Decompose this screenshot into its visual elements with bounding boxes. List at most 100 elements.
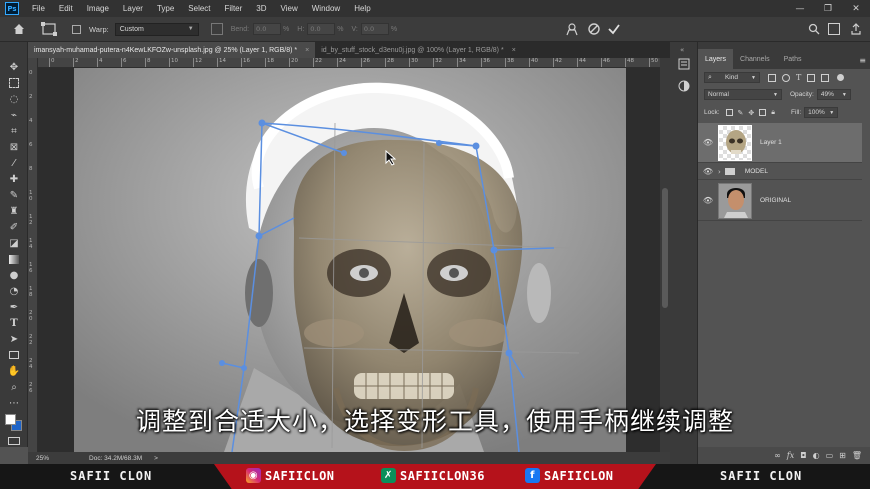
collapse-panels-icon[interactable]: « xyxy=(680,46,684,54)
healing-brush-tool-icon[interactable]: ✚ xyxy=(7,172,21,186)
tab-document-1[interactable]: imansyah-muhamad-putera-n4KewLKFOZw-unsp… xyxy=(28,42,316,58)
menu-image[interactable]: Image xyxy=(80,4,116,13)
menu-select[interactable]: Select xyxy=(181,4,217,13)
link-layers-icon[interactable]: ∞ xyxy=(774,451,781,460)
adjustments-panel-icon[interactable] xyxy=(678,80,690,92)
h-field[interactable]: 0.0 xyxy=(307,23,336,35)
layer-row-original[interactable]: 👁︎ ORIGINAL xyxy=(698,181,862,221)
status-menu-arrow[interactable]: > xyxy=(154,455,158,462)
filter-shape-icon[interactable] xyxy=(807,73,816,82)
foreground-color-swatch[interactable] xyxy=(5,414,16,425)
menu-file[interactable]: File xyxy=(25,4,52,13)
marquee-tool-icon[interactable] xyxy=(7,76,21,90)
add-mask-icon[interactable]: ◘ xyxy=(800,451,806,460)
zoom-level[interactable]: 25% xyxy=(36,455,49,462)
eyedropper-tool-icon[interactable]: ⁄ xyxy=(7,156,21,170)
hand-tool-icon[interactable]: ✋ xyxy=(7,364,21,378)
history-brush-tool-icon[interactable]: ✐ xyxy=(7,220,21,234)
tab-document-2[interactable]: id_by_stuff_stock_d3enu0j.jpg @ 100% (La… xyxy=(315,42,522,58)
adjustment-layer-icon[interactable]: ◐ xyxy=(813,451,820,460)
blend-mode-select[interactable]: Normal ▼ xyxy=(704,89,782,100)
zoom-tool-icon[interactable]: ⌕ xyxy=(7,380,21,394)
panel-menu-icon[interactable]: ≡ xyxy=(859,56,866,65)
close-window-button[interactable]: ✕ xyxy=(842,0,870,17)
kind-filter-select[interactable]: ⌕ Kind ▼ xyxy=(704,72,760,83)
quick-select-tool-icon[interactable]: ⌁ xyxy=(7,108,21,122)
crop-tool-icon[interactable]: ⌗ xyxy=(7,124,21,138)
properties-panel-icon[interactable] xyxy=(678,58,690,70)
lasso-tool-icon[interactable]: ◌ xyxy=(7,92,21,106)
visibility-eye-icon[interactable]: 👁︎ xyxy=(698,167,718,176)
filter-toggle-icon[interactable] xyxy=(837,74,845,81)
menu-view[interactable]: View xyxy=(274,4,305,13)
maximize-button[interactable]: ❐ xyxy=(814,0,842,17)
menu-layer[interactable]: Layer xyxy=(116,4,150,13)
delete-layer-icon[interactable]: 🗑︎ xyxy=(852,451,862,460)
menu-help[interactable]: Help xyxy=(347,4,377,13)
path-selection-tool-icon[interactable]: ➤ xyxy=(7,332,21,346)
lock-pixels-icon[interactable]: ✎ xyxy=(738,109,744,117)
photoshop-logo-icon[interactable]: Ps xyxy=(5,2,19,15)
canvas-area[interactable] xyxy=(38,68,660,452)
dodge-tool-icon[interactable]: ◔ xyxy=(7,284,21,298)
layer-row-layer-1[interactable]: 👁︎ Layer 1 xyxy=(698,123,862,163)
transform-tool-icon[interactable] xyxy=(40,22,58,36)
clone-stamp-tool-icon[interactable]: ♜ xyxy=(7,204,21,218)
v-field[interactable]: 0.0 xyxy=(360,23,389,35)
close-icon[interactable]: × xyxy=(512,47,516,54)
layer-row-model-group[interactable]: 👁︎ › MODEL xyxy=(698,164,862,180)
close-icon[interactable]: × xyxy=(305,47,309,54)
orientation-icon[interactable] xyxy=(210,23,223,35)
layer-name[interactable]: Layer 1 xyxy=(760,139,782,146)
opacity-field[interactable]: 49% ▼ xyxy=(816,89,851,100)
new-group-icon[interactable]: ▭ xyxy=(826,451,834,460)
commit-transform-icon[interactable] xyxy=(607,22,621,36)
search-icon[interactable] xyxy=(808,23,820,35)
gradient-tool-icon[interactable] xyxy=(7,252,21,266)
tab-channels[interactable]: Channels xyxy=(733,49,777,69)
frame-tool-icon[interactable]: ⊠ xyxy=(7,140,21,154)
menu-type[interactable]: Type xyxy=(150,4,181,13)
home-icon[interactable] xyxy=(12,22,26,36)
brush-tool-icon[interactable]: ✎ xyxy=(7,188,21,202)
menu-filter[interactable]: Filter xyxy=(218,4,250,13)
menu-window[interactable]: Window xyxy=(305,4,347,13)
blur-tool-icon[interactable]: ● xyxy=(7,268,21,282)
warp-select[interactable]: Custom ▼ xyxy=(114,22,199,36)
vertical-scrollbar[interactable] xyxy=(660,58,670,452)
split-checkbox[interactable] xyxy=(72,24,81,34)
type-tool-icon[interactable]: T xyxy=(7,316,21,330)
filter-type-icon[interactable]: T xyxy=(796,73,801,82)
filter-pixel-icon[interactable] xyxy=(768,73,776,82)
lock-transparency-icon[interactable] xyxy=(725,109,733,116)
bend-field[interactable]: 0.0 xyxy=(253,23,282,35)
cancel-transform-icon[interactable] xyxy=(587,22,601,36)
eraser-tool-icon[interactable]: ◪ xyxy=(7,236,21,250)
fill-field[interactable]: 100% ▼ xyxy=(804,107,839,118)
layer-style-icon[interactable]: fx xyxy=(787,451,794,460)
lock-artboard-icon[interactable] xyxy=(759,109,767,116)
puppet-warp-icon[interactable] xyxy=(565,22,579,36)
pen-tool-icon[interactable]: ✒ xyxy=(7,300,21,314)
filter-adjustment-icon[interactable] xyxy=(782,73,790,82)
lock-all-icon[interactable]: 🔒︎ xyxy=(771,108,775,117)
share-icon[interactable] xyxy=(850,23,862,35)
new-layer-icon[interactable]: ⊞ xyxy=(839,451,846,460)
document-canvas[interactable] xyxy=(74,68,626,452)
tab-layers[interactable]: Layers xyxy=(698,49,734,69)
tab-paths[interactable]: Paths xyxy=(777,49,809,69)
minimize-button[interactable]: — xyxy=(786,0,814,17)
layer-name[interactable]: ORIGINAL xyxy=(760,197,791,204)
menu-3d[interactable]: 3D xyxy=(249,4,273,13)
quick-mask-icon[interactable] xyxy=(8,437,20,445)
expand-chevron-icon[interactable]: › xyxy=(718,168,721,176)
filter-smart-object-icon[interactable] xyxy=(821,73,830,82)
visibility-eye-icon[interactable]: 👁︎ xyxy=(698,138,718,147)
scrollbar-thumb[interactable] xyxy=(662,188,668,308)
visibility-eye-icon[interactable]: 👁︎ xyxy=(698,196,718,205)
menu-edit[interactable]: Edit xyxy=(52,4,80,13)
move-tool-icon[interactable]: ✥ xyxy=(7,60,21,74)
workspace-icon[interactable] xyxy=(828,23,840,35)
rectangle-tool-icon[interactable] xyxy=(7,348,21,362)
layer-name[interactable]: MODEL xyxy=(745,168,768,175)
